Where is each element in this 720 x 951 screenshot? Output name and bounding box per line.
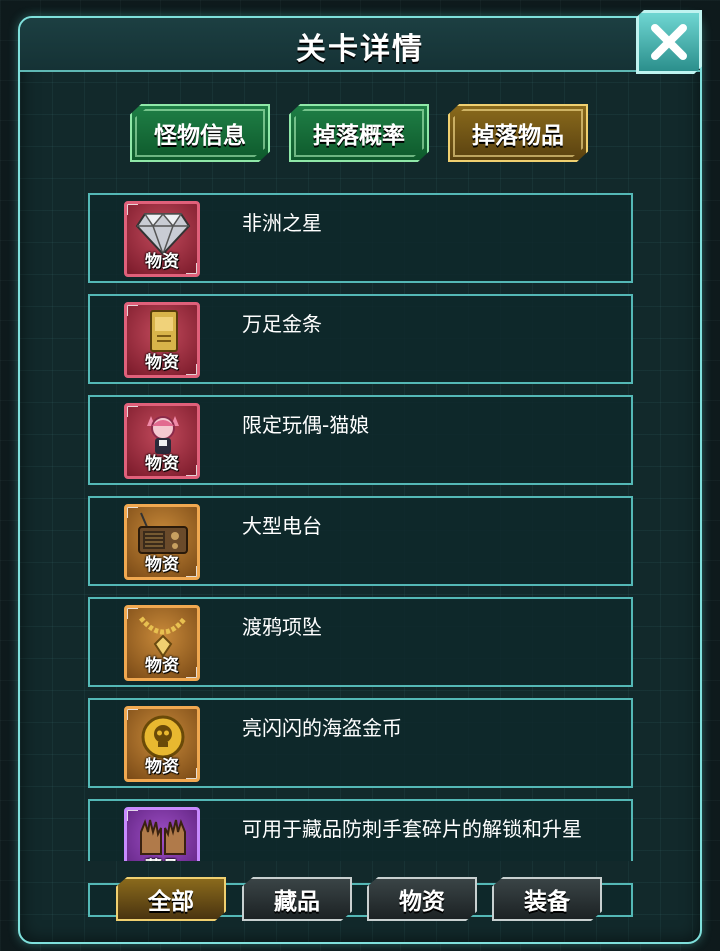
filter-label: 全部	[148, 889, 194, 915]
item-tag: 藏品	[127, 853, 197, 861]
item-tag: 物资	[145, 252, 179, 272]
filter-all-button[interactable]: 全部	[116, 877, 226, 921]
item-tag: 物资	[145, 353, 179, 373]
item-name: 非洲之星	[242, 211, 322, 235]
list-item[interactable]: 物资 渡鸦项坠	[88, 597, 633, 687]
item-icon-frame: 物资	[124, 706, 200, 782]
list-item[interactable]: 物资 亮闪闪的海盗金币	[88, 698, 633, 788]
item-name: 渡鸦项坠	[242, 615, 322, 639]
item-icon-frame: 物资	[124, 201, 200, 277]
item-name: 限定玩偶-猫娘	[242, 413, 370, 437]
item-tag: 物资	[145, 555, 179, 575]
list-item[interactable]: 物资 非洲之星	[88, 193, 633, 283]
filter-label: 装备	[524, 889, 570, 915]
list-item[interactable]: 物资 限定玩偶-猫娘	[88, 395, 633, 485]
filter-label: 物资	[399, 889, 445, 915]
tab-monster-info[interactable]: 怪物信息	[130, 104, 270, 162]
tab-label: 掉落概率	[313, 123, 405, 149]
item-name: 可用于藏品防刺手套碎片的解锁和升星	[242, 817, 582, 841]
tab-label: 怪物信息	[154, 123, 246, 149]
item-icon-frame: 物资	[124, 302, 200, 378]
close-icon	[651, 24, 687, 60]
dialog-title: 关卡详情	[296, 32, 424, 67]
detail-tabs: 怪物信息 掉落概率 掉落物品	[0, 104, 720, 162]
list-item[interactable]: 藏品 可用于藏品防刺手套碎片的解锁和升星	[88, 799, 633, 861]
tab-label: 掉落物品	[472, 123, 564, 149]
item-icon-frame: 物资	[124, 605, 200, 681]
filter-collection-button[interactable]: 藏品	[242, 877, 352, 921]
item-tag: 物资	[145, 656, 179, 676]
item-name: 万足金条	[242, 312, 322, 336]
close-button[interactable]	[636, 10, 702, 74]
filter-label: 藏品	[274, 889, 320, 915]
list-item[interactable]: 物资 大型电台	[88, 496, 633, 586]
item-icon-frame: 物资	[124, 504, 200, 580]
filter-supplies-button[interactable]: 物资	[367, 877, 477, 921]
item-name: 亮闪闪的海盗金币	[242, 716, 402, 740]
dialog-titlebar: 关卡详情	[20, 18, 700, 72]
item-icon-frame: 藏品	[124, 807, 200, 861]
item-name: 大型电台	[242, 514, 322, 538]
drop-item-list[interactable]: 物资 非洲之星 物资 万足金条 物资 限定玩偶-猫娘 物资 大型电台 物资 渡鸦…	[88, 193, 633, 861]
item-icon-frame: 物资	[124, 403, 200, 479]
list-item[interactable]: 物资 万足金条	[88, 294, 633, 384]
item-tag: 物资	[145, 454, 179, 474]
tab-drop-items[interactable]: 掉落物品	[448, 104, 588, 162]
tab-drop-rate[interactable]: 掉落概率	[289, 104, 429, 162]
filter-equipment-button[interactable]: 装备	[492, 877, 602, 921]
item-tag: 物资	[145, 757, 179, 777]
